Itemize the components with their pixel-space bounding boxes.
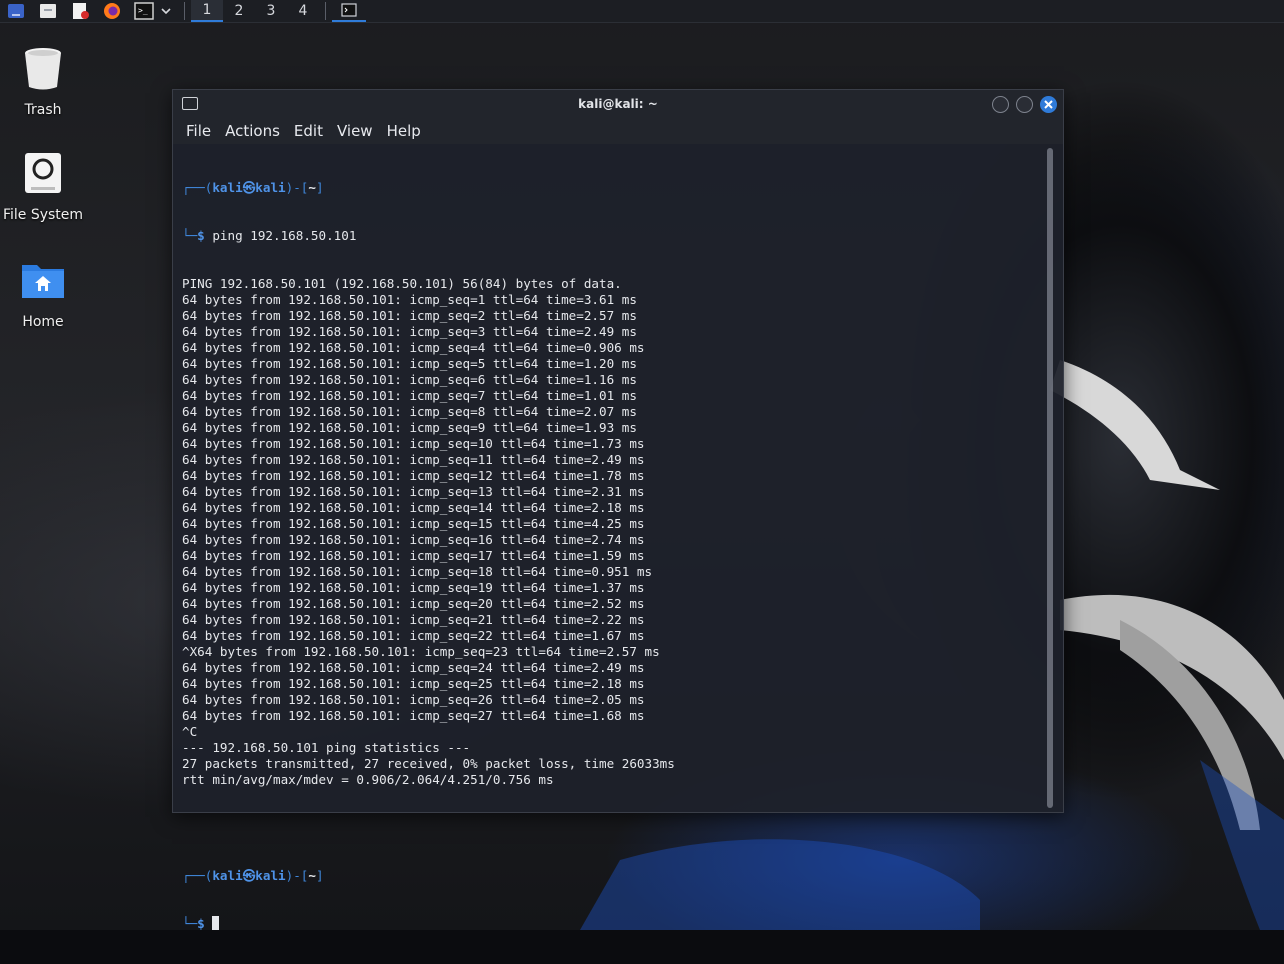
output-line: 64 bytes from 192.168.50.101: icmp_seq=1… bbox=[182, 564, 653, 579]
app-menu-icon[interactable] bbox=[4, 1, 28, 21]
output-line: 64 bytes from 192.168.50.101: icmp_seq=1… bbox=[182, 484, 645, 499]
workspace-label: 2 bbox=[234, 3, 244, 19]
prompt-user: kali bbox=[212, 180, 243, 195]
desktop-icon-home[interactable]: Home bbox=[0, 256, 86, 330]
output-line: ^X64 bytes from 192.168.50.101: icmp_seq… bbox=[182, 644, 660, 659]
output-line: 64 bytes from 192.168.50.101: icmp_seq=5… bbox=[182, 356, 637, 371]
close-icon bbox=[1044, 100, 1053, 109]
output-line: 64 bytes from 192.168.50.101: icmp_seq=1… bbox=[182, 516, 645, 531]
output-line: 64 bytes from 192.168.50.101: icmp_seq=7… bbox=[182, 388, 637, 403]
prompt-line: ┌──(kali㉿kali)-[~] bbox=[182, 180, 324, 195]
output-line: 64 bytes from 192.168.50.101: icmp_seq=2… bbox=[182, 612, 645, 627]
command-text: ping 192.168.50.101 bbox=[212, 228, 357, 243]
output-line: ^C bbox=[182, 724, 198, 739]
output-line: 64 bytes from 192.168.50.101: icmp_seq=2… bbox=[182, 660, 645, 675]
output-line: 64 bytes from 192.168.50.101: icmp_seq=2… bbox=[182, 676, 645, 691]
workspace-4[interactable]: 4 bbox=[287, 0, 319, 22]
prompt-line: ┌──(kali㉿kali)-[~] bbox=[182, 868, 324, 883]
prompt-host: kali bbox=[255, 180, 286, 195]
output-line: 64 bytes from 192.168.50.101: icmp_seq=1… bbox=[182, 292, 637, 307]
desktop-icon-label: File System bbox=[2, 207, 84, 223]
output-line: 64 bytes from 192.168.50.101: icmp_seq=4… bbox=[182, 340, 645, 355]
output-line: 64 bytes from 192.168.50.101: icmp_seq=1… bbox=[182, 500, 645, 515]
workspace-label: 3 bbox=[266, 3, 276, 19]
maximize-button[interactable] bbox=[1016, 96, 1033, 113]
text-cursor bbox=[212, 916, 220, 930]
prompt-dir: ~ bbox=[308, 868, 316, 883]
output-line: 64 bytes from 192.168.50.101: icmp_seq=2… bbox=[182, 628, 645, 643]
top-panel: >_ 1 2 3 4 bbox=[0, 0, 1284, 23]
output-line: 64 bytes from 192.168.50.101: icmp_seq=1… bbox=[182, 580, 645, 595]
output-line: 64 bytes from 192.168.50.101: icmp_seq=3… bbox=[182, 324, 637, 339]
workspace-2[interactable]: 2 bbox=[223, 0, 255, 22]
trash-icon bbox=[25, 48, 61, 90]
workspace-label: 1 bbox=[202, 2, 212, 18]
minimize-button[interactable] bbox=[992, 96, 1009, 113]
desktop-icon-trash[interactable]: Trash bbox=[0, 44, 86, 118]
terminal-icon bbox=[341, 3, 357, 17]
output-line: 64 bytes from 192.168.50.101: icmp_seq=1… bbox=[182, 436, 645, 451]
terminal-icon bbox=[182, 97, 198, 110]
menu-help[interactable]: Help bbox=[380, 122, 428, 140]
firefox-icon[interactable] bbox=[100, 1, 124, 21]
command-line: └─$ ping 192.168.50.101 bbox=[182, 228, 357, 243]
output-line: PING 192.168.50.101 (192.168.50.101) 56(… bbox=[182, 276, 622, 291]
close-button[interactable] bbox=[1040, 96, 1057, 113]
svg-text:>_: >_ bbox=[138, 6, 148, 15]
show-desktop-icon[interactable] bbox=[36, 1, 60, 21]
output-line: 64 bytes from 192.168.50.101: icmp_seq=1… bbox=[182, 548, 645, 563]
output-line: rtt min/avg/max/mdev = 0.906/2.064/4.251… bbox=[182, 772, 554, 787]
menu-view[interactable]: View bbox=[330, 122, 380, 140]
output-line: 64 bytes from 192.168.50.101: icmp_seq=9… bbox=[182, 420, 637, 435]
output-line: 64 bytes from 192.168.50.101: icmp_seq=2… bbox=[182, 596, 645, 611]
workspace-1[interactable]: 1 bbox=[191, 0, 223, 22]
ping-output: PING 192.168.50.101 (192.168.50.101) 56(… bbox=[182, 276, 1045, 788]
output-line: 64 bytes from 192.168.50.101: icmp_seq=1… bbox=[182, 532, 645, 547]
chevron-down-icon[interactable] bbox=[160, 1, 172, 21]
panel-separator bbox=[184, 2, 185, 20]
terminal-output[interactable]: ┌──(kali㉿kali)-[~] └─$ ping 192.168.50.1… bbox=[173, 144, 1045, 931]
output-line: 64 bytes from 192.168.50.101: icmp_seq=8… bbox=[182, 404, 637, 419]
panel-separator bbox=[325, 2, 326, 20]
output-line: --- 192.168.50.101 ping statistics --- bbox=[182, 740, 471, 755]
desktop-icon-label: Trash bbox=[24, 102, 62, 118]
terminal-launcher-icon[interactable]: >_ bbox=[132, 1, 156, 21]
output-line: 27 packets transmitted, 27 received, 0% … bbox=[182, 756, 675, 771]
output-line: 64 bytes from 192.168.50.101: icmp_seq=1… bbox=[182, 452, 645, 467]
workspace-label: 4 bbox=[298, 3, 308, 19]
prompt-user: kali bbox=[212, 868, 243, 883]
output-line: 64 bytes from 192.168.50.101: icmp_seq=6… bbox=[182, 372, 637, 387]
scrollbar[interactable] bbox=[1047, 148, 1053, 808]
taskbar-terminal-window[interactable] bbox=[332, 0, 366, 22]
home-folder-icon bbox=[22, 265, 64, 298]
workspace-3[interactable]: 3 bbox=[255, 0, 287, 22]
drive-icon bbox=[25, 153, 61, 193]
output-line: 64 bytes from 192.168.50.101: icmp_seq=1… bbox=[182, 468, 645, 483]
prompt-dir: ~ bbox=[308, 180, 316, 195]
text-editor-icon[interactable] bbox=[68, 1, 92, 21]
output-line: 64 bytes from 192.168.50.101: icmp_seq=2… bbox=[182, 692, 645, 707]
menu-file[interactable]: File bbox=[179, 122, 218, 140]
desktop-icon-file-system[interactable]: File System bbox=[0, 149, 86, 223]
output-line: 64 bytes from 192.168.50.101: icmp_seq=2… bbox=[182, 708, 645, 723]
output-line: 64 bytes from 192.168.50.101: icmp_seq=2… bbox=[182, 308, 637, 323]
window-titlebar[interactable]: kali@kali: ~ bbox=[173, 90, 1063, 118]
menu-bar: File Actions Edit View Help bbox=[173, 118, 1063, 144]
menu-edit[interactable]: Edit bbox=[287, 122, 330, 140]
menu-actions[interactable]: Actions bbox=[218, 122, 287, 140]
terminal-window: kali@kali: ~ File Actions Edit View Help… bbox=[172, 89, 1064, 931]
desktop-icon-label: Home bbox=[22, 314, 64, 330]
window-title: kali@kali: ~ bbox=[578, 97, 658, 111]
prompt-host: kali bbox=[255, 868, 286, 883]
